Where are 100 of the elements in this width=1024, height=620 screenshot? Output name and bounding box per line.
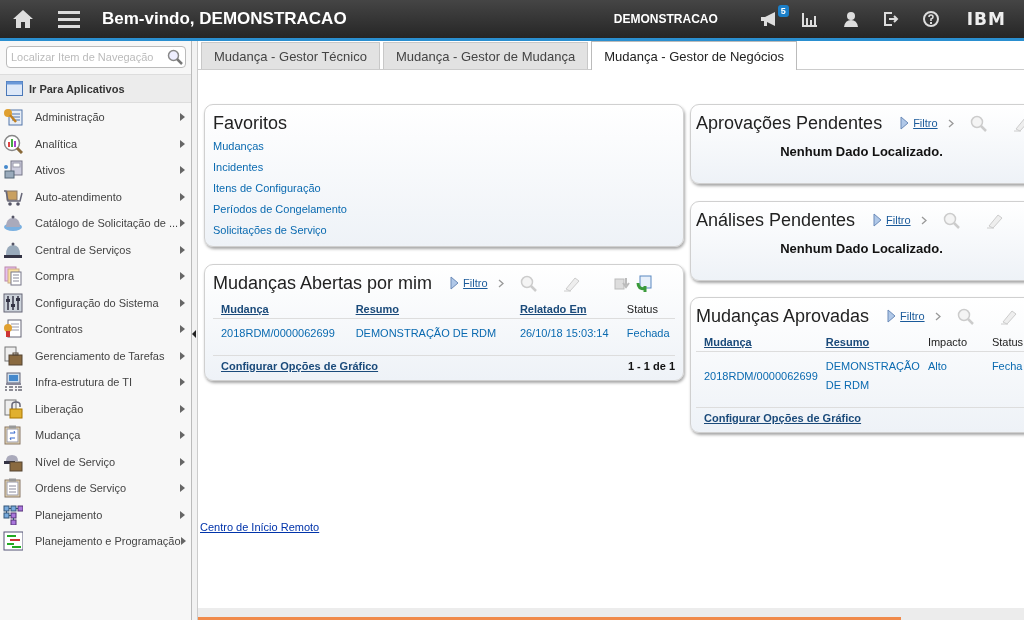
filter-link[interactable]: Filtro — [913, 117, 938, 129]
chevron-icon — [934, 311, 941, 321]
arrow-icon — [180, 245, 185, 254]
bar-chart-icon[interactable] — [801, 11, 818, 27]
remote-start-link[interactable]: Centro de Início Remoto — [200, 521, 320, 533]
arrow-icon — [180, 192, 185, 201]
table-cell: 2018RDM/0000062699 — [213, 318, 348, 347]
tab[interactable]: Mudança - Gestor de Mudança — [382, 42, 589, 69]
nav-menu-item[interactable]: Administração — [0, 104, 191, 131]
menu-icon[interactable] — [58, 10, 80, 28]
favorite-link[interactable]: Períodos de Congelamento — [213, 203, 347, 215]
panel-title: Favoritos — [213, 112, 288, 134]
chart-options-link[interactable]: Configurar Opções de Gráfico — [704, 412, 862, 424]
record-count: 1 - 1 de 1 — [627, 360, 675, 372]
favorite-link[interactable]: Itens de Configuração — [213, 182, 321, 194]
nav-menu-item[interactable]: Configuração do Sistema — [0, 289, 191, 316]
user-name: DEMONSTRACAO — [613, 12, 718, 26]
table-cell: Fecha — [983, 351, 1024, 399]
nav-menu-item[interactable]: Nível de Serviço — [0, 448, 191, 475]
briefcase-icon — [3, 345, 23, 366]
chevron-icon — [947, 118, 954, 128]
home-icon[interactable] — [12, 9, 34, 29]
nav-menu-item[interactable]: Infra-estrutura de TI — [0, 369, 191, 396]
panel-title: Análises Pendentes — [696, 209, 856, 231]
nav-menu-item[interactable]: Ativos — [0, 157, 191, 184]
arrow-icon — [180, 139, 185, 148]
flowchart-icon — [3, 504, 23, 525]
nav-menu-item[interactable]: Liberação — [0, 395, 191, 422]
column-header: Impacto — [919, 333, 984, 352]
clipboard-icon — [3, 478, 23, 499]
arrow-icon — [180, 404, 185, 413]
sliders-icon — [3, 292, 23, 313]
column-header[interactable]: Relatado Em — [511, 300, 619, 319]
play-icon[interactable] — [873, 213, 883, 227]
empty-message: Nenhum Dado Localizado. — [779, 240, 944, 258]
window-icon — [6, 81, 23, 96]
table-cell: 26/10/18 15:03:14 — [511, 318, 619, 347]
column-header: Status — [618, 300, 675, 319]
tab[interactable]: Mudança - Gestor de Negócios — [591, 41, 798, 70]
arrow-icon — [180, 431, 185, 440]
nav-menu-item[interactable]: Mudança — [0, 422, 191, 449]
megaphone-icon[interactable] — [759, 11, 778, 27]
empty-message: Nenhum Dado Localizado. — [779, 143, 944, 161]
play-icon[interactable] — [900, 116, 910, 130]
nav-menu-item[interactable]: Compra — [0, 263, 191, 290]
arrow-icon — [180, 378, 185, 387]
refresh-icon[interactable] — [634, 274, 652, 292]
nav-menu-item[interactable]: Contratos — [0, 316, 191, 343]
nav-menu-item[interactable]: Gerenciamento de Tarefas — [0, 342, 191, 369]
nav-menu-item[interactable]: Planejamento — [0, 501, 191, 528]
nav-menu-item[interactable]: Analítica — [0, 130, 191, 157]
arrow-icon — [180, 351, 185, 360]
column-header[interactable]: Mudança — [213, 300, 348, 319]
column-header[interactable]: Resumo — [817, 333, 920, 352]
column-header[interactable]: Resumo — [347, 300, 512, 319]
play-icon[interactable] — [450, 276, 460, 290]
arrow-icon — [180, 298, 185, 307]
download-icon[interactable] — [613, 275, 631, 291]
tab[interactable]: Mudança - Gestor Técnico — [201, 42, 380, 69]
certificate-icon — [3, 319, 23, 340]
gantt-chart-icon — [3, 531, 23, 552]
arrow-icon — [180, 484, 185, 493]
nav-menu-item[interactable]: Ordens de Serviço — [0, 475, 191, 502]
column-header[interactable]: Mudança — [696, 333, 818, 352]
person-icon[interactable] — [842, 11, 859, 27]
chevron-icon — [920, 215, 927, 225]
nav-menu-item[interactable]: Catálogo de Solicitação de ... — [0, 210, 191, 237]
arrow-icon — [180, 510, 185, 519]
document-icon — [3, 266, 23, 287]
favorite-link[interactable]: Mudanças — [213, 140, 264, 152]
logout-icon[interactable] — [882, 11, 899, 27]
lock-icon — [3, 398, 23, 419]
help-icon[interactable] — [922, 11, 939, 27]
nav-menu-item[interactable]: Planejamento e Programação — [0, 528, 191, 555]
bell-icon — [3, 213, 23, 234]
arrow-icon — [180, 113, 185, 122]
favorite-link[interactable]: Incidentes — [213, 161, 264, 173]
chevron-icon — [497, 278, 504, 288]
chart-options-link[interactable]: Configurar Opções de Gráfico — [221, 360, 379, 372]
play-icon[interactable] — [887, 309, 897, 323]
arrow-icon — [180, 219, 185, 228]
table-cell: Alto — [919, 351, 984, 399]
arrow-icon — [180, 325, 185, 334]
key-icon — [3, 107, 23, 128]
company-logo: IBM — [966, 9, 1006, 29]
go-to-apps-button[interactable]: Ir Para Aplicativos — [0, 75, 191, 103]
arrow-icon — [180, 272, 185, 281]
nav-menu-item[interactable]: Central de Serviços — [0, 236, 191, 263]
search-field[interactable]: Localizar Item de Navegação — [6, 46, 186, 68]
favorite-link[interactable]: Solicitações de Serviço — [213, 224, 327, 236]
panel-title: Mudanças Abertas por mim — [213, 272, 433, 294]
computer-icon — [3, 160, 23, 181]
page-title: Bem-vindo, DEMONSTRACAO — [102, 9, 347, 29]
filter-link[interactable]: Filtro — [886, 214, 911, 226]
filter-link[interactable]: Filtro — [463, 277, 488, 289]
nav-menu-item[interactable]: Auto-atendimento — [0, 183, 191, 210]
filter-link[interactable]: Filtro — [900, 310, 925, 322]
computer-icon — [3, 372, 23, 393]
clipboard-icon — [3, 425, 23, 446]
table-cell: DEMONSTRAÇÃO DE RDM — [347, 318, 512, 347]
